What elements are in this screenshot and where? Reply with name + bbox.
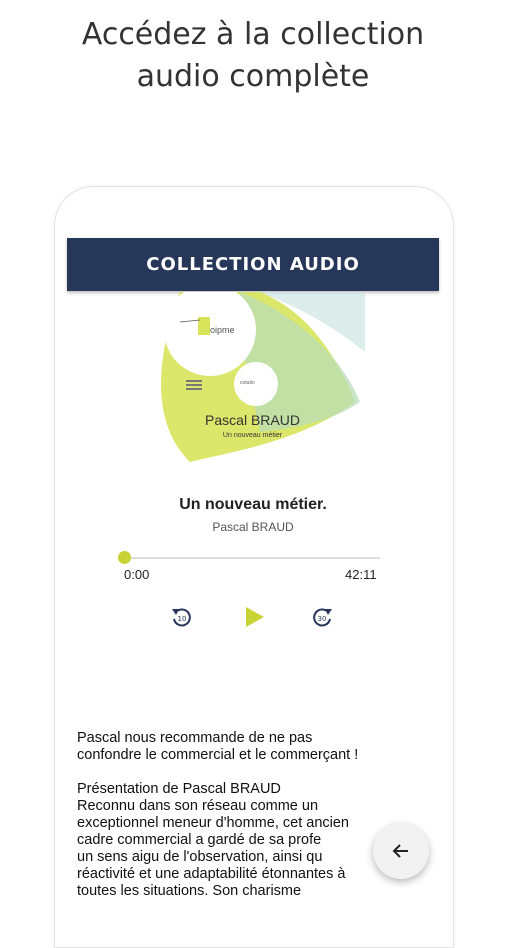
description-line: Pascal nous recommande de ne pas <box>77 730 313 746</box>
description-line: Reconnu dans son réseau comme un <box>77 798 319 814</box>
svg-text:30: 30 <box>318 615 327 623</box>
current-time: 0:00 <box>124 567 150 582</box>
track-title: Un nouveau métier. <box>179 496 327 513</box>
artwork-logo-text: oipme <box>210 325 235 335</box>
cd-stack-icon <box>186 380 202 390</box>
description-line: toutes les situations. Son charisme <box>77 883 302 899</box>
description-line: Présentation de Pascal BRAUD <box>77 781 281 797</box>
play-button[interactable] <box>240 603 268 631</box>
description: Pascal nous recommande de ne pas confond… <box>77 730 437 900</box>
progress-knob[interactable] <box>118 551 131 564</box>
artwork-speaker-name: Pascal BRAUD <box>205 412 300 428</box>
back-button[interactable] <box>373 823 429 879</box>
forward-30-icon: 30 <box>313 608 332 627</box>
app-bar-title: COLLECTION AUDIO <box>146 254 360 275</box>
headline-line-1: Accédez à la collection <box>81 17 425 52</box>
rewind-10-button[interactable]: 10 <box>168 603 196 631</box>
rewind-10-icon: 10 <box>172 608 191 627</box>
headline: Accédez à la collection audio complète <box>0 14 506 98</box>
artwork-subtitle: Un nouveau métier <box>222 432 283 439</box>
arrow-left-icon <box>392 844 408 858</box>
headline-line-2: audio complète <box>136 59 370 94</box>
svg-text:10: 10 <box>178 615 187 623</box>
description-line: confondre le commercial et le commerçant… <box>77 747 359 763</box>
play-icon <box>246 607 264 627</box>
total-time: 42:11 <box>345 567 377 582</box>
forward-30-button[interactable]: 30 <box>308 603 336 631</box>
artwork-cd-label: cotatio <box>240 380 255 386</box>
track-author: Pascal BRAUD <box>212 520 294 534</box>
progress-slider[interactable] <box>118 551 380 564</box>
app-bar: COLLECTION AUDIO <box>67 238 439 291</box>
